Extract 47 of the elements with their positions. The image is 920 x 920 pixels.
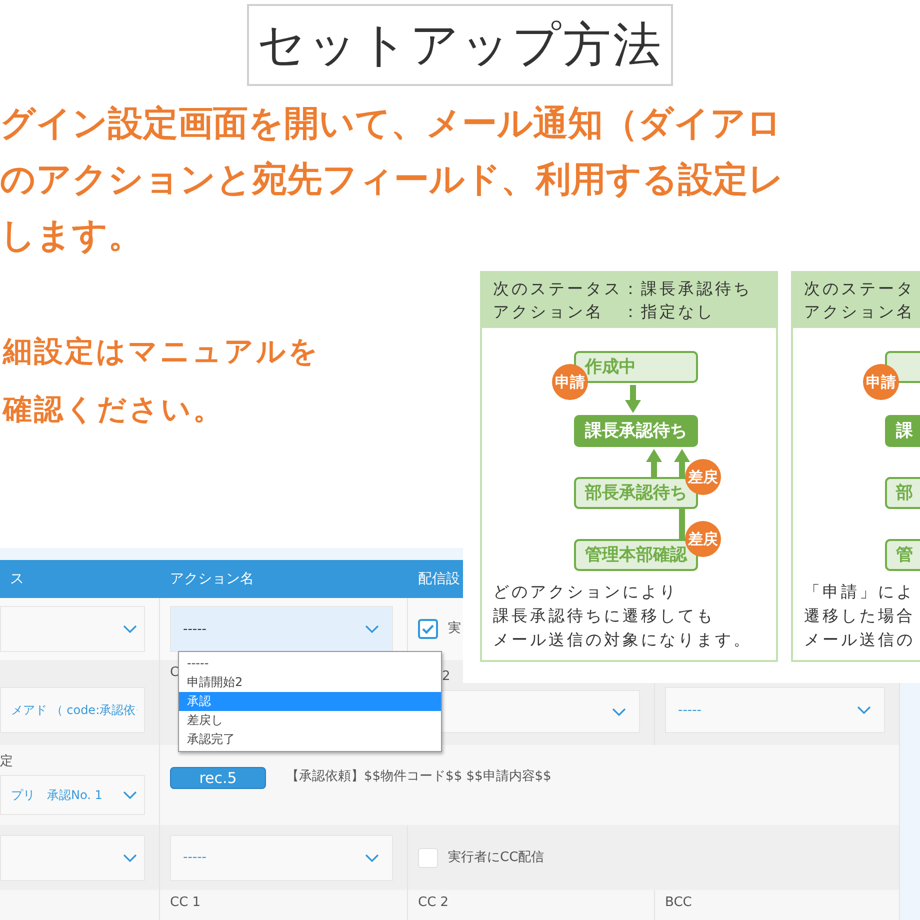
column-header: ス xyxy=(10,570,24,588)
page-title: セットアップ方法 xyxy=(247,4,673,86)
action-badge: 申請 xyxy=(863,364,899,400)
header-text: アクション名 xyxy=(804,301,915,323)
check-icon xyxy=(422,624,434,634)
chevron-icon xyxy=(122,790,138,800)
caption-text: 「申請」によ 遷移した場合 メール送信の xyxy=(804,581,915,651)
status-node: 課長承認待ち xyxy=(574,415,698,447)
header-text: 次のステータ xyxy=(804,278,915,300)
status-node: 管 xyxy=(885,539,920,571)
checkbox-label: 実 xyxy=(448,620,461,638)
dropdown-option[interactable]: 承認完了 xyxy=(179,730,441,749)
up-arrow-icon xyxy=(646,449,662,477)
caption-text: どのアクションにより 課長承認待ちに遷移しても メール送信の対象になります。 xyxy=(493,581,752,651)
intro-text: します。 xyxy=(0,215,143,258)
status-node: 課 xyxy=(885,415,920,447)
intro-text: のアクションと宛先フィールド、利用する設定レ xyxy=(0,159,784,202)
select-field[interactable]: ----- xyxy=(170,606,393,652)
column-header: 配信設 xyxy=(418,570,460,588)
dropdown-option[interactable]: ----- xyxy=(179,654,441,673)
chevron-icon xyxy=(364,624,380,634)
dropdown-option[interactable]: 申請開始2 xyxy=(179,673,441,692)
chevron-icon xyxy=(856,705,872,715)
column-label: BCC xyxy=(665,894,692,912)
record-tag: rec.5 xyxy=(170,767,266,789)
dropdown-option[interactable]: 差戻し xyxy=(179,711,441,730)
checkbox-label: 実行者にCC配信 xyxy=(448,848,544,866)
note-text: 細設定はマニュアルを xyxy=(3,333,320,370)
status-node: 部 xyxy=(885,477,920,509)
chevron-icon xyxy=(122,852,138,862)
header-text: アクション名 ：指定なし xyxy=(493,301,715,323)
header-text: 次のステータス：課長承認待ち xyxy=(493,278,752,300)
chevron-icon xyxy=(611,706,627,716)
intro-text: グイン設定画面を開いて、メール通知（ダイアロ xyxy=(0,103,782,146)
field-label: 定 xyxy=(0,753,13,771)
chevron-icon xyxy=(364,852,380,862)
template-text: 【承認依頼】$$物件コード$$ $$申請内容$$ xyxy=(286,768,552,786)
column-label: CC 1 xyxy=(170,894,201,912)
select-field[interactable] xyxy=(0,834,145,880)
column-header: アクション名 xyxy=(170,570,254,588)
down-arrow-icon xyxy=(625,385,641,413)
checkbox[interactable] xyxy=(418,619,438,639)
field-label: 2 xyxy=(441,668,450,686)
column-label: CC 2 xyxy=(418,894,449,912)
chevron-icon xyxy=(122,624,138,634)
select-field[interactable] xyxy=(0,606,145,652)
note-text: 確認ください。 xyxy=(3,391,224,428)
